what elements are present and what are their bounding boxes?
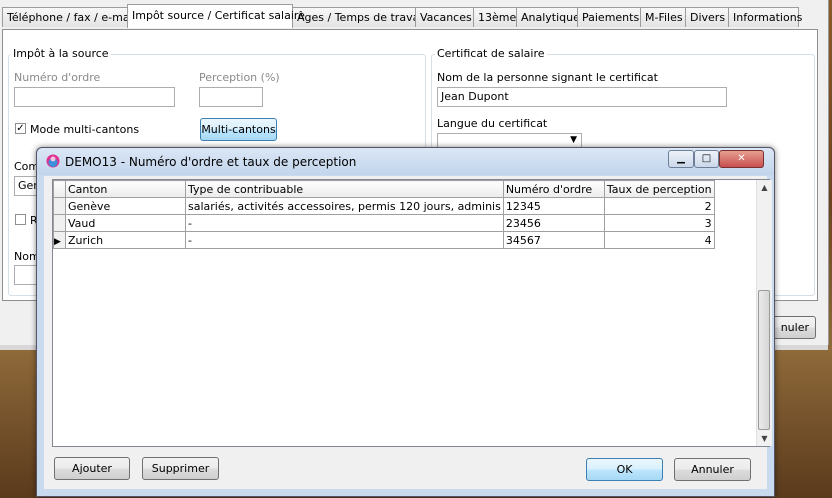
cell-type[interactable]: - [185,231,504,249]
app-logo-icon [46,154,60,168]
tab-m-files[interactable]: M-Files [640,7,686,27]
grid-header-row: Canton Type de contribuable Numéro d'ord… [53,180,715,198]
tab-bar: Téléphone / fax / e-mail Impôt source / … [0,4,832,29]
grid-table: Canton Type de contribuable Numéro d'ord… [53,180,715,249]
cell-canton[interactable]: Zurich [65,231,186,249]
partial-checkbox[interactable] [15,214,26,225]
tab-divers[interactable]: Divers [685,7,729,27]
tab-paiements[interactable]: Paiements [577,7,641,27]
column-header-taux[interactable]: Taux de perception [603,180,715,198]
cell-canton[interactable]: Genève [65,197,186,215]
tab-ages[interactable]: Âges / Temps de travail [292,7,425,27]
maximize-icon[interactable]: □ [694,150,719,168]
column-header-numero[interactable]: Numéro d'ordre [502,180,605,198]
cell-type[interactable]: - [185,214,504,232]
current-row-arrow-icon: ▶ [54,236,61,247]
tab-impot-source[interactable]: Impôt source / Certificat salaire [127,4,305,28]
cell-type[interactable]: salariés, activités accessoires, permis … [185,197,504,215]
table-row[interactable]: Genève salariés, activités accessoires, … [53,197,715,215]
cell-numero[interactable]: 34567 [502,231,605,249]
cell-numero[interactable]: 12345 [502,197,605,215]
scroll-up-icon[interactable]: ▲ [757,180,772,195]
dialog-window: DEMO13 - Numéro d'ordre et taux de perce… [36,147,775,497]
add-button[interactable]: Ajouter [54,457,130,480]
cell-numero[interactable]: 23456 [502,214,605,232]
signataire-label: Nom de la personne signant le certificat [437,71,658,84]
dialog-client-area: Canton Type de contribuable Numéro d'ord… [44,176,772,489]
cell-taux[interactable]: 3 [603,214,715,232]
tab-13eme[interactable]: 13ème [473,7,517,27]
minimize-icon[interactable]: ▁ [668,150,694,168]
tab-telephone[interactable]: Téléphone / fax / e-mail [2,7,136,27]
numero-ordre-label: Numéro d'ordre [14,71,101,84]
signataire-input[interactable]: Jean Dupont [437,87,727,107]
multi-cantons-checkbox[interactable]: ✓ [15,123,26,134]
multi-cantons-checkbox-label: Mode multi-cantons [30,123,140,136]
dialog-titlebar[interactable]: DEMO13 - Numéro d'ordre et taux de perce… [37,148,774,175]
cell-taux[interactable]: 4 [603,231,715,249]
tab-analytique[interactable]: Analytique [516,7,580,27]
cell-taux[interactable]: 2 [603,197,715,215]
table-row[interactable]: ▶ Zurich - 34567 4 [53,231,715,249]
tab-vacances[interactable]: Vacances [415,7,474,27]
tab-informations[interactable]: Informations [728,7,802,27]
close-icon[interactable]: ✕ [719,150,764,168]
row-header-corner [53,180,66,198]
cancel-button[interactable]: Annuler [674,458,751,481]
column-header-type[interactable]: Type de contribuable [185,180,504,198]
scroll-down-icon[interactable]: ▼ [757,431,772,446]
perception-input[interactable] [199,87,263,107]
multi-cantons-button[interactable]: Multi-cantons [200,118,277,141]
dialog-title: DEMO13 - Numéro d'ordre et taux de perce… [65,155,357,169]
delete-button[interactable]: Supprimer [142,457,219,480]
table-row[interactable]: Vaud - 23456 3 [53,214,715,232]
numero-ordre-input[interactable] [14,87,175,107]
scrollbar-thumb[interactable] [758,290,770,430]
impot-source-group-label: Impôt à la source [11,47,111,60]
row-header[interactable] [53,214,66,232]
row-header[interactable] [53,197,66,215]
vertical-scrollbar[interactable]: ▲ ▼ [756,180,772,446]
row-header-current[interactable]: ▶ [53,231,66,249]
chevron-down-icon: ▼ [570,135,577,145]
perception-label: Perception (%) [199,71,280,84]
certificat-group-label: Certificat de salaire [435,47,547,60]
ok-button[interactable]: OK [586,458,663,481]
langue-label: Langue du certificat [437,117,548,130]
cell-canton[interactable]: Vaud [65,214,186,232]
data-grid[interactable]: Canton Type de contribuable Numéro d'ord… [52,179,772,447]
column-header-canton[interactable]: Canton [65,180,186,198]
